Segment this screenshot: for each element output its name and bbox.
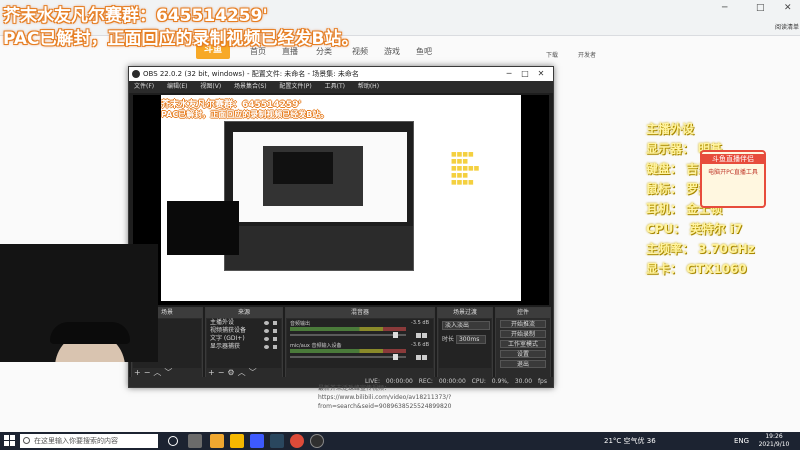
- mute-icon: [416, 355, 421, 360]
- menu-tools[interactable]: 工具(T): [320, 81, 350, 93]
- lock-icon: [273, 337, 277, 341]
- minimize-button[interactable]: ─: [722, 3, 727, 13]
- reading-list-button[interactable]: 阅读清单: [775, 22, 799, 31]
- taskbar-clock[interactable]: 19:26 2021/9/10: [752, 433, 796, 449]
- nested-obs-window: [224, 121, 414, 271]
- close-button[interactable]: ✕: [784, 3, 792, 13]
- visibility-icon: [264, 321, 269, 325]
- task-view-icon[interactable]: [168, 436, 178, 446]
- volume-slider[interactable]: [290, 334, 406, 336]
- taskbar-search-box[interactable]: 在这里输入你要搜索的内容: [20, 434, 158, 448]
- lock-icon: [273, 345, 277, 349]
- visibility-icon: [264, 337, 269, 341]
- scenes-toolbar[interactable]: +−︿﹀: [134, 369, 175, 377]
- mixer-dock: 混音器 音频输出 -3.5 dB mic/aux 音频输入设备 -3.6 dB: [285, 307, 435, 379]
- preview-webcam: [167, 201, 239, 255]
- exit-button[interactable]: 退出: [500, 360, 546, 368]
- mixer-channel-mic: mic/aux 音频输入设备 -3.6 dB: [287, 341, 433, 363]
- sources-toolbar[interactable]: +−⚙︿﹀: [208, 369, 260, 377]
- spec-row: 显卡： GTX1060: [646, 262, 747, 276]
- overlay-line2: PAC已解封，正面回应的录制视频已经发B站。: [3, 29, 359, 49]
- preview-side-panel: ■■■■ ■■■ ■■■■■ ■■■ ■■■■: [451, 151, 480, 186]
- language-indicator[interactable]: ENG: [734, 432, 749, 450]
- maximize-button[interactable]: □: [756, 3, 765, 13]
- gear-icon: [422, 355, 427, 360]
- settings-button[interactable]: 设置: [500, 350, 546, 358]
- menu-help[interactable]: 帮助(H): [353, 81, 384, 93]
- download-link[interactable]: 下载: [546, 50, 558, 59]
- menu-scene-collection[interactable]: 场景集合(S): [229, 81, 272, 93]
- visibility-icon: [264, 329, 269, 333]
- controls-dock: 控件 开始推流 开始录制 工作室模式 设置 退出: [495, 307, 551, 379]
- transitions-header: 场景过渡: [438, 308, 492, 318]
- start-recording-button[interactable]: 开始录制: [500, 330, 546, 338]
- mixer-header: 混音器: [286, 308, 434, 318]
- duration-label: 时长: [442, 336, 455, 343]
- nav-game[interactable]: 游戏: [384, 46, 400, 57]
- source-item[interactable]: 主播外设: [207, 319, 281, 327]
- obs-titlebar: OBS 22.0.2 (32 bit, windows) - 配置文件: 未命名…: [129, 67, 553, 81]
- app-icon[interactable]: [250, 434, 264, 448]
- menu-file[interactable]: 文件(F): [129, 81, 159, 93]
- lock-icon: [273, 329, 277, 333]
- transitions-body: 淡入淡出 时长 300ms: [439, 319, 491, 368]
- start-streaming-button[interactable]: 开始推流: [500, 320, 546, 328]
- menu-edit[interactable]: 编辑(E): [162, 81, 192, 93]
- mixer-channel-desktop: 音频输出 -3.5 dB: [287, 319, 433, 341]
- obs-window: OBS 22.0.2 (32 bit, windows) - 配置文件: 未命名…: [128, 66, 554, 388]
- studio-mode-button[interactable]: 工作室模式: [500, 340, 546, 348]
- source-item[interactable]: 显示器捕获: [207, 343, 281, 351]
- search-icon: [23, 437, 30, 444]
- obs-taskbar-icon[interactable]: [310, 434, 324, 448]
- duration-input[interactable]: 300ms: [455, 335, 486, 344]
- sources-dock: 来源 主播外设 视频捕获设备 文字 (GDI+) 显示器捕获 +−⚙︿﹀: [205, 307, 283, 379]
- transitions-dock: 场景过渡 淡入淡出 时长 300ms: [437, 307, 493, 379]
- lock-icon: [273, 321, 277, 325]
- obs-preview[interactable]: 芥末水友凡尔赛群：645514259' PAC已解封，正面回应的录制视频已经发B…: [133, 95, 549, 305]
- volume-knob[interactable]: [393, 332, 398, 338]
- volume-knob[interactable]: [393, 354, 398, 360]
- start-button[interactable]: [4, 435, 16, 447]
- obs-menubar: 文件(F) 编辑(E) 视图(V) 场景集合(S) 配置文件(P) 工具(T) …: [129, 81, 553, 93]
- obs-minimize-button[interactable]: ─: [501, 67, 517, 81]
- nav-yuba[interactable]: 鱼吧: [416, 46, 432, 57]
- mixer-body: 音频输出 -3.5 dB mic/aux 音频输入设备 -3.6 dB: [287, 319, 433, 368]
- preview-overlay-line2: PAC已解封，正面回应的录制视频已经发B站。: [161, 110, 329, 119]
- obs-maximize-button[interactable]: □: [517, 67, 533, 81]
- preview-screen-capture: 芥末水友凡尔赛群：645514259' PAC已解封，正面回应的录制视频已经发B…: [161, 95, 521, 301]
- source-item[interactable]: 视频捕获设备: [207, 327, 281, 335]
- spec-row: 主频率： 3.70GHz: [646, 242, 755, 256]
- obs-title-text: OBS 22.0.2 (32 bit, windows) - 配置文件: 未命名…: [143, 70, 359, 78]
- gear-icon: [422, 333, 427, 338]
- overlay-line1: 芥末水友凡尔赛群：645514259': [3, 6, 268, 26]
- windows-taskbar: 在这里输入你要搜索的内容 21°C 空气优 36 ENG 19:26 2021/…: [0, 432, 800, 450]
- volume-meter: [290, 349, 406, 353]
- weather-widget[interactable]: 21°C 空气优 36: [604, 432, 656, 450]
- volume-slider[interactable]: [290, 356, 406, 358]
- webcam-feed: [0, 244, 158, 362]
- task-view-button[interactable]: [188, 434, 202, 448]
- controls-header: 控件: [496, 308, 550, 318]
- file-explorer-icon[interactable]: [210, 434, 224, 448]
- transition-select[interactable]: 淡入淡出: [442, 321, 490, 330]
- menu-profile[interactable]: 配置文件(P): [274, 81, 316, 93]
- mute-icon: [416, 333, 421, 338]
- obs-logo-icon: [132, 70, 140, 78]
- steam-icon[interactable]: [270, 434, 284, 448]
- douyu-app-icon[interactable]: [230, 434, 244, 448]
- douyu-companion-card[interactable]: 斗鱼直播伴侣 电脑开PC直播工具: [700, 150, 766, 208]
- chrome-icon[interactable]: [290, 434, 304, 448]
- volume-meter: [290, 327, 406, 331]
- menu-view[interactable]: 视图(V): [195, 81, 226, 93]
- spec-row: CPU： 英特尔 i7: [646, 222, 743, 236]
- sources-list: 主播外设 视频捕获设备 文字 (GDI+) 显示器捕获: [207, 319, 281, 368]
- visibility-icon: [264, 345, 269, 349]
- source-item[interactable]: 文字 (GDI+): [207, 335, 281, 343]
- spec-row: 主播外设: [646, 122, 695, 136]
- page-description-link[interactable]: 最新芥末泛珠峰宣传视频：https://www.bilibili.com/vid…: [318, 384, 518, 411]
- user-button[interactable]: 开发者: [578, 50, 596, 59]
- specs-panel: 主播外设 显示器： 明基 键盘： 吉米 鼠标： 罗技 G102 耳机： 金士顿 …: [646, 120, 800, 290]
- sources-header: 来源: [206, 308, 282, 318]
- obs-close-button[interactable]: ✕: [533, 67, 549, 81]
